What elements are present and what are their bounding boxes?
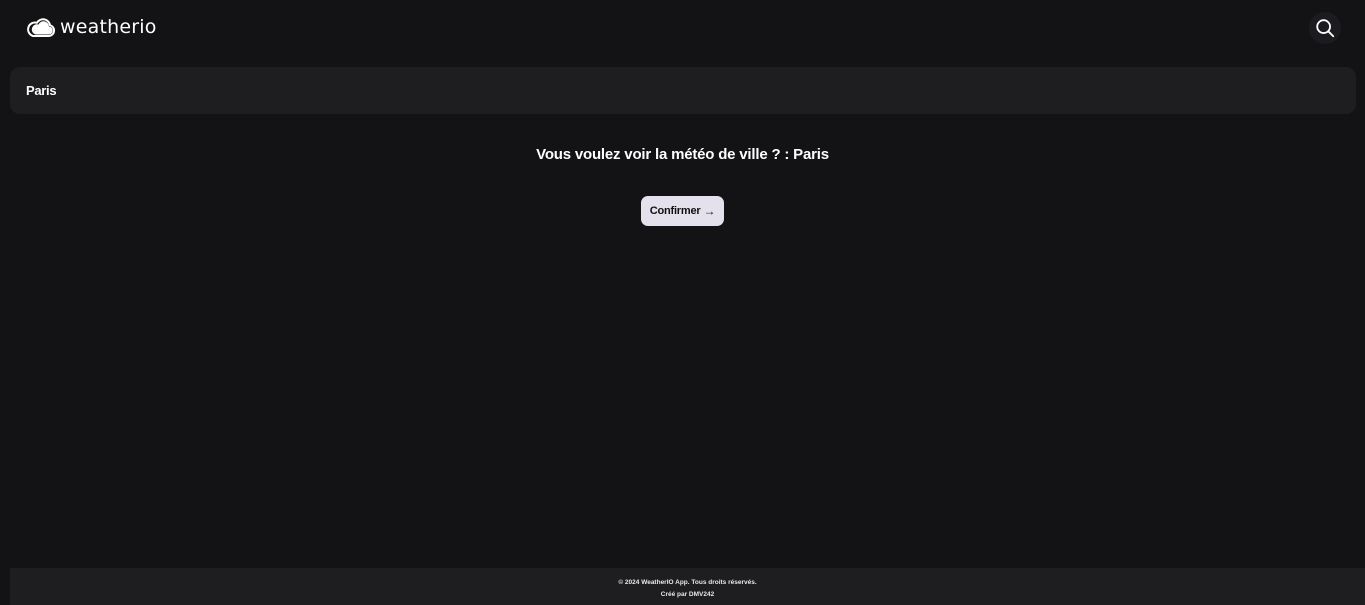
- search-button[interactable]: [1309, 12, 1341, 44]
- logo-link[interactable]: weatherio: [26, 16, 157, 38]
- arrow-right-icon: →: [703, 204, 716, 218]
- prompt-city: Paris: [793, 146, 829, 163]
- confirm-button-label: Confirmer: [649, 205, 701, 217]
- logo-text: weatherio: [60, 16, 157, 38]
- city-confirm-prompt: Vous voulez voir la météo de ville ? : P…: [0, 146, 1365, 163]
- city-bar-label: Paris: [26, 83, 57, 98]
- confirm-button[interactable]: Confirmer →: [641, 196, 724, 226]
- prompt-text: Vous voulez voir la météo de ville ? :: [536, 146, 790, 163]
- footer-credit: Créé par DMV242: [660, 591, 715, 598]
- app-header: weatherio: [0, 0, 1365, 56]
- footer-copyright: © 2024 WeatherIO App. Tous droits réserv…: [618, 579, 757, 586]
- app-footer: © 2024 WeatherIO App. Tous droits réserv…: [10, 568, 1365, 605]
- search-icon: [1316, 19, 1335, 38]
- city-bar: Paris: [10, 67, 1356, 114]
- app-page: weatherio Paris Vous voulez voir la mété…: [0, 0, 1365, 605]
- cloud-icon: [27, 18, 56, 37]
